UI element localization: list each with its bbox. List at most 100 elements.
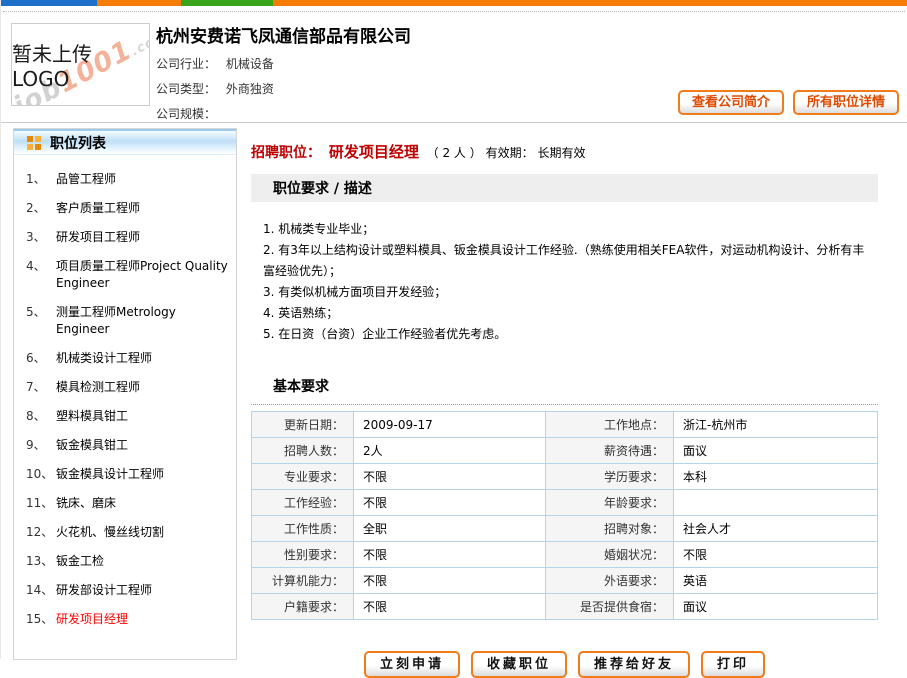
experience-label: 工作经验： <box>252 490 354 516</box>
sidebar-item-4[interactable]: 4、 项目质量工程师Project Quality Engineer <box>14 252 236 298</box>
basic-requirements-header: 基本要求 <box>251 369 878 405</box>
requirement-2: 2. 有3年以上结构设计或塑料模具、钣金模具设计工作经验.（熟练使用相关FEA软… <box>263 240 870 282</box>
sidebar-item-2[interactable]: 2、 客户质量工程师 <box>14 194 236 223</box>
basic-requirements-table: 更新日期： 2009-09-17 工作地点： 浙江-杭州市 招聘人数： 2人 薪… <box>251 411 878 620</box>
item-number: 7、 <box>26 379 56 396</box>
gender-label: 性别要求： <box>252 542 354 568</box>
company-industry-label: 公司行业： <box>156 57 216 71</box>
company-type-label: 公司类型： <box>156 82 216 96</box>
table-row: 更新日期： 2009-09-17 工作地点： 浙江-杭州市 <box>252 412 878 438</box>
item-number: 4、 <box>26 258 56 292</box>
item-label: 钣金模具设计工程师 <box>56 466 164 483</box>
item-number: 3、 <box>26 229 56 246</box>
squares-icon <box>27 136 41 150</box>
target-value: 社会人才 <box>674 516 878 542</box>
job-title: 研发项目经理 <box>329 143 419 161</box>
sidebar-title: 职位列表 <box>50 133 106 153</box>
sidebar-item-9[interactable]: 9、 钣金模具钳工 <box>14 431 236 460</box>
job-detail-panel: 招聘职位： 研发项目经理 （ 2 人 ） 有效期： 长期有效 职位要求 / 描述… <box>251 128 878 660</box>
work-location-value: 浙江-杭州市 <box>674 412 878 438</box>
marital-value: 不限 <box>674 542 878 568</box>
job-type-value: 全职 <box>354 516 546 542</box>
item-number: 12、 <box>26 524 56 541</box>
item-label: 项目质量工程师Project Quality Engineer <box>56 258 232 292</box>
topbar-orange-segment <box>97 0 181 6</box>
item-number: 2、 <box>26 200 56 217</box>
item-label: 客户质量工程师 <box>56 200 140 217</box>
update-date-value: 2009-09-17 <box>354 412 546 438</box>
experience-value: 不限 <box>354 490 546 516</box>
education-label: 学历要求： <box>546 464 674 490</box>
sidebar-item-5[interactable]: 5、 测量工程师Metrology Engineer <box>14 298 236 344</box>
table-row: 计算机能力： 不限 外语要求： 英语 <box>252 568 878 594</box>
topbar-blue-segment <box>1 0 97 6</box>
job-type-label: 工作性质： <box>252 516 354 542</box>
sidebar-item-10[interactable]: 10、 钣金模具设计工程师 <box>14 460 236 489</box>
table-row: 专业要求： 不限 学历要求： 本科 <box>252 464 878 490</box>
topbar-green-segment <box>181 0 273 6</box>
major-value: 不限 <box>354 464 546 490</box>
salary-value: 面议 <box>674 438 878 464</box>
sidebar-item-8[interactable]: 8、 塑料模具钳工 <box>14 402 236 431</box>
sidebar-item-1[interactable]: 1、 品管工程师 <box>14 165 236 194</box>
validity-label: 有效期： <box>486 146 534 160</box>
requirement-5: 5. 在日资（台资）企业工作经验者优先考虑。 <box>263 324 870 345</box>
company-industry-value: 机械设备 <box>226 57 274 71</box>
item-label: 品管工程师 <box>56 171 116 188</box>
sidebar-item-6[interactable]: 6、 机械类设计工程师 <box>14 344 236 373</box>
table-row: 性别要求： 不限 婚姻状况： 不限 <box>252 542 878 568</box>
item-number: 6、 <box>26 350 56 367</box>
item-label: 模具检测工程师 <box>56 379 140 396</box>
save-job-button[interactable]: 收藏职位 <box>471 651 567 678</box>
sidebar-item-7[interactable]: 7、 模具检测工程师 <box>14 373 236 402</box>
requirements-text: 1. 机械类专业毕业； 2. 有3年以上结构设计或塑料模具、钣金模具设计工作经验… <box>251 202 878 369</box>
item-number: 8、 <box>26 408 56 425</box>
view-company-profile-button[interactable]: 查看公司简介 <box>678 90 784 115</box>
job-headcount: （ 2 人 ） <box>427 146 482 160</box>
salary-label: 薪资待遇： <box>546 438 674 464</box>
company-size-label: 公司规模： <box>156 107 216 121</box>
room-board-value: 面议 <box>674 594 878 620</box>
header-buttons: 查看公司简介 所有职位详情 <box>678 90 899 115</box>
item-label: 钣金模具钳工 <box>56 437 128 454</box>
requirement-4: 4. 英语熟练； <box>263 303 870 324</box>
update-date-label: 更新日期： <box>252 412 354 438</box>
computer-skill-value: 不限 <box>354 568 546 594</box>
sidebar-item-14[interactable]: 14、 研发部设计工程师 <box>14 576 236 605</box>
company-type-value: 外商独资 <box>226 82 274 96</box>
item-label: 研发部设计工程师 <box>56 582 152 599</box>
sidebar-item-15-active[interactable]: 15、 研发项目经理 <box>14 605 236 634</box>
item-label: 机械类设计工程师 <box>56 350 152 367</box>
all-positions-button[interactable]: 所有职位详情 <box>793 90 899 115</box>
residency-label: 户籍要求： <box>252 594 354 620</box>
item-number: 13、 <box>26 553 56 570</box>
table-row: 工作经验： 不限 年龄要求： <box>252 490 878 516</box>
table-row: 招聘人数： 2人 薪资待遇： 面议 <box>252 438 878 464</box>
age-label: 年龄要求： <box>546 490 674 516</box>
apply-now-button[interactable]: 立刻申请 <box>364 651 460 678</box>
item-number: 9、 <box>26 437 56 454</box>
item-label: 钣金工检 <box>56 553 104 570</box>
top-color-bar <box>1 0 907 6</box>
computer-skill-label: 计算机能力： <box>252 568 354 594</box>
foreign-language-label: 外语要求： <box>546 568 674 594</box>
item-number: 5、 <box>26 304 56 338</box>
sidebar-item-3[interactable]: 3、 研发项目工程师 <box>14 223 236 252</box>
item-label: 研发项目工程师 <box>56 229 140 246</box>
item-number: 1、 <box>26 171 56 188</box>
room-board-label: 是否提供食宿： <box>546 594 674 620</box>
sidebar-item-13[interactable]: 13、 钣金工检 <box>14 547 236 576</box>
content: 职位列表 1、 品管工程师 2、 客户质量工程师 3、 研发项目工程师 4、 项… <box>1 123 907 660</box>
job-title-line: 招聘职位： 研发项目经理 （ 2 人 ） 有效期： 长期有效 <box>251 128 878 174</box>
recommend-to-friend-button[interactable]: 推荐给好友 <box>578 651 690 678</box>
company-logo-placeholder: job1001.com 暂未上传LOGO <box>11 23 150 106</box>
sidebar-item-11[interactable]: 11、 铣床、磨床 <box>14 489 236 518</box>
validity-value: 长期有效 <box>537 146 585 160</box>
print-button[interactable]: 打印 <box>701 651 765 678</box>
action-buttons: 立刻申请 收藏职位 推荐给好友 打印 <box>251 620 878 678</box>
sidebar-item-12[interactable]: 12、 火花机、慢丝线切割 <box>14 518 236 547</box>
education-value: 本科 <box>674 464 878 490</box>
headcount-label: 招聘人数： <box>252 438 354 464</box>
marital-label: 婚姻状况： <box>546 542 674 568</box>
item-label: 测量工程师Metrology Engineer <box>56 304 232 338</box>
